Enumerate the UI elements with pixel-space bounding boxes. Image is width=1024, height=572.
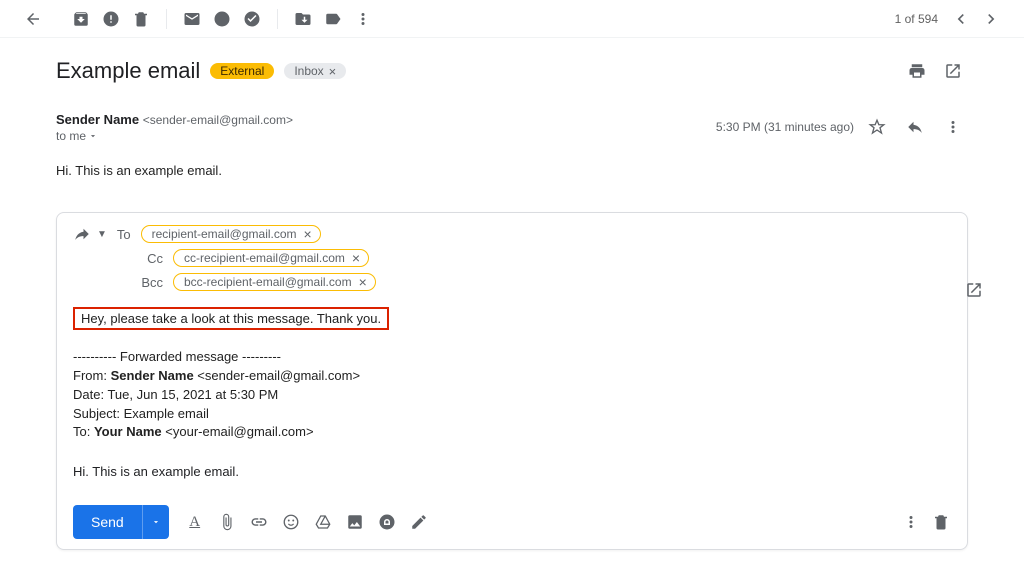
compose-body-highlight[interactable]: Hey, please take a look at this message.… <box>73 307 389 330</box>
prev-message-icon[interactable] <box>946 4 976 34</box>
add-task-icon[interactable] <box>237 4 267 34</box>
confidential-icon[interactable] <box>377 512 397 532</box>
more-icon[interactable] <box>348 4 378 34</box>
cc-label: Cc <box>131 251 163 266</box>
attach-icon[interactable] <box>217 512 237 532</box>
remove-cc-chip-icon[interactable]: × <box>352 251 360 265</box>
recipient-expand[interactable]: to me <box>56 129 716 143</box>
forward-type-icon[interactable] <box>73 225 95 243</box>
insert-signature-icon[interactable] <box>409 512 429 532</box>
sender-name: Sender Name <box>56 112 139 127</box>
reply-icon[interactable] <box>900 112 930 142</box>
sender-email: <sender-email@gmail.com> <box>143 113 293 127</box>
send-button[interactable]: Send <box>73 505 142 539</box>
send-button-group: Send <box>73 505 169 539</box>
external-badge: External <box>210 63 274 79</box>
mark-unread-icon[interactable] <box>177 4 207 34</box>
archive-icon[interactable] <box>66 4 96 34</box>
delete-icon[interactable] <box>126 4 156 34</box>
remove-to-chip-icon[interactable]: × <box>304 227 312 241</box>
discard-draft-icon[interactable] <box>931 512 951 532</box>
formatting-icon[interactable]: A <box>185 512 205 532</box>
message-header: Sender Name <sender-email@gmail.com> to … <box>56 112 968 143</box>
cc-chip[interactable]: cc-recipient-email@gmail.com × <box>173 249 369 267</box>
star-icon[interactable] <box>862 112 892 142</box>
remove-inbox-label-icon[interactable]: × <box>329 65 337 78</box>
print-icon[interactable] <box>902 56 932 86</box>
drive-icon[interactable] <box>313 512 333 532</box>
spam-icon[interactable] <box>96 4 126 34</box>
message-time: 5:30 PM (31 minutes ago) <box>716 120 854 134</box>
compose-popout-icon[interactable] <box>959 275 989 305</box>
separator <box>277 9 278 29</box>
message-body: Hi. This is an example email. <box>56 163 968 178</box>
to-chip[interactable]: recipient-email@gmail.com × <box>141 225 321 243</box>
to-label: To <box>117 227 131 242</box>
back-icon[interactable] <box>18 4 48 34</box>
compose-box: ▼ To recipient-email@gmail.com × Cc cc-r… <box>56 212 968 550</box>
send-options-dropdown[interactable] <box>142 505 169 539</box>
next-message-icon[interactable] <box>976 4 1006 34</box>
emoji-icon[interactable] <box>281 512 301 532</box>
open-new-window-icon[interactable] <box>938 56 968 86</box>
forwarded-block: ---------- Forwarded message --------- F… <box>73 348 951 442</box>
subject-text: Example email <box>56 58 200 84</box>
message-more-icon[interactable] <box>938 112 968 142</box>
snooze-icon[interactable] <box>207 4 237 34</box>
insert-link-icon[interactable] <box>249 512 269 532</box>
forwarded-body: Hi. This is an example email. <box>73 464 951 479</box>
remove-bcc-chip-icon[interactable]: × <box>359 275 367 289</box>
subject-row: Example email External Inbox × <box>56 56 968 86</box>
bcc-label: Bcc <box>131 275 163 290</box>
label-icon[interactable] <box>318 4 348 34</box>
message-toolbar: 1 of 594 <box>0 0 1024 38</box>
compose-more-icon[interactable] <box>901 512 921 532</box>
reply-type-dropdown-icon[interactable]: ▼ <box>97 229 107 240</box>
insert-image-icon[interactable] <box>345 512 365 532</box>
message-counter: 1 of 594 <box>895 12 938 26</box>
bcc-chip[interactable]: bcc-recipient-email@gmail.com × <box>173 273 376 291</box>
move-to-icon[interactable] <box>288 4 318 34</box>
inbox-badge[interactable]: Inbox × <box>284 63 346 79</box>
separator <box>166 9 167 29</box>
